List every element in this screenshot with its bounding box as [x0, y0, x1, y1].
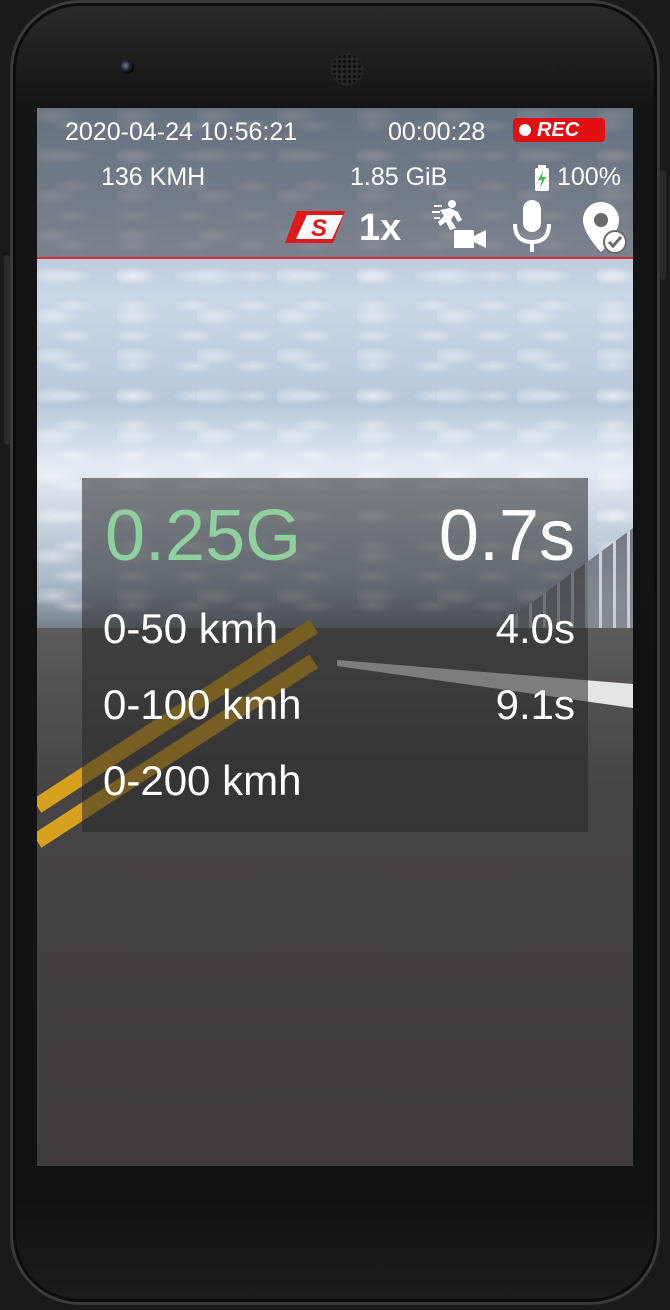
volume-button — [4, 255, 10, 445]
rec-badge[interactable]: REC — [513, 118, 605, 142]
g-force-readout: 0.25G — [105, 496, 302, 576]
elapsed-time: 00:00:28 — [388, 118, 486, 146]
current-time-readout: 0.7s — [438, 496, 575, 576]
speed-readout: 136 KMH — [101, 163, 206, 191]
battery-percent: 100% — [557, 163, 621, 191]
svg-text:S: S — [311, 215, 327, 242]
zoom-level[interactable]: 1x — [359, 207, 401, 250]
earpiece-speaker — [330, 52, 364, 86]
accel-row-label: 0-100 kmh — [103, 681, 302, 728]
datetime-label: 2020-04-24 10:56:21 — [65, 118, 298, 146]
accel-row-value: 4.0s — [495, 605, 575, 652]
accel-row-label: 0-50 kmh — [103, 605, 279, 652]
accel-row-label: 0-200 kmh — [103, 757, 302, 804]
battery-icon — [535, 165, 549, 196]
motion-camera-icon[interactable] — [432, 198, 488, 259]
microphone-icon[interactable] — [511, 198, 553, 259]
light-sensor — [570, 60, 579, 69]
rec-label: REC — [537, 119, 580, 141]
accel-row-value: 9.1s — [495, 681, 575, 728]
front-camera — [120, 60, 134, 74]
storage-readout: 1.85 GiB — [350, 163, 448, 191]
sport-s-icon[interactable]: S — [285, 211, 345, 248]
location-check-icon[interactable] — [581, 200, 629, 261]
proximity-sensor — [548, 60, 557, 69]
power-button — [660, 170, 666, 280]
rec-dot-icon — [519, 124, 531, 136]
camera-viewfinder: 2020-04-24 10:56:21 00:00:28 REC 136 KMH… — [37, 108, 633, 1166]
